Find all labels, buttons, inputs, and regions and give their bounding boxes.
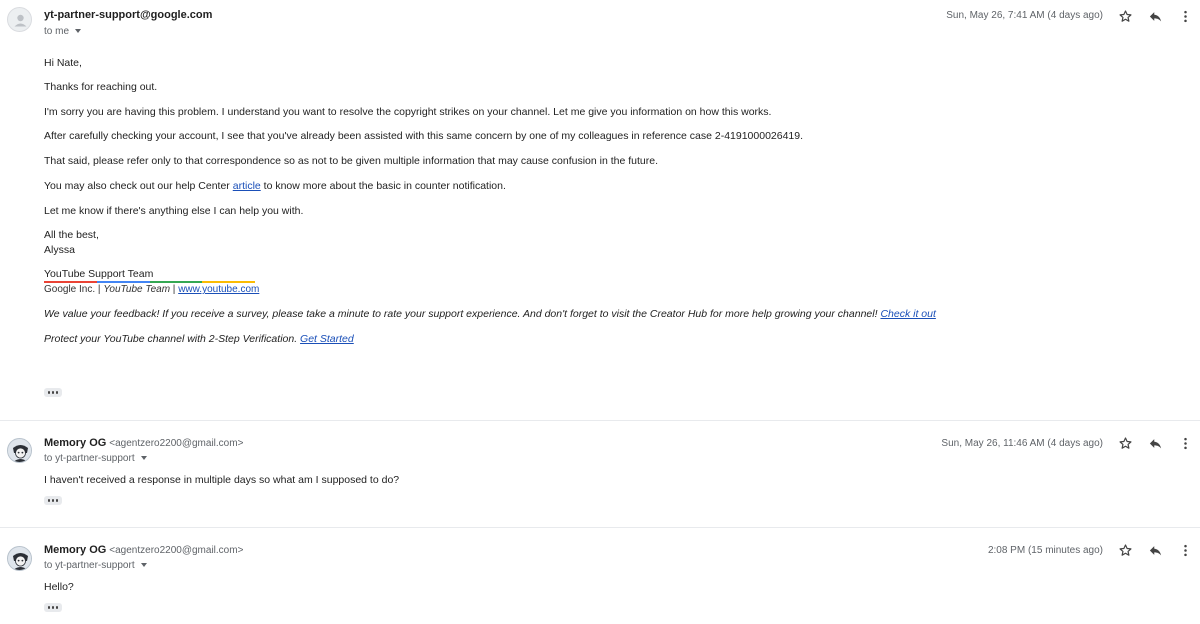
signature-separator: |	[170, 284, 179, 295]
youtube-link[interactable]: www.youtube.com	[178, 284, 259, 295]
chevron-down-icon[interactable]	[140, 563, 147, 568]
sender-line: Memory OG <agentzero2200@gmail.com>	[44, 437, 243, 449]
closing-line: All the best,	[44, 229, 99, 241]
recipient-label: to yt-partner-support	[44, 453, 135, 464]
signature-role: YouTube Team	[103, 284, 171, 295]
signature-bar-red	[44, 281, 97, 283]
article-link[interactable]: article	[233, 180, 261, 192]
paragraph-text: to know more about the basic in counter …	[260, 180, 506, 192]
signature-bar-green	[150, 281, 202, 283]
message-date[interactable]: Sun, May 26, 11:46 AM (4 days ago)	[941, 438, 1103, 449]
star-icon[interactable]	[1116, 434, 1134, 452]
reply-icon[interactable]	[1146, 7, 1164, 25]
sender-line: Memory OG <agentzero2200@gmail.com>	[44, 544, 243, 556]
generic-person-icon[interactable]	[7, 7, 32, 32]
signature-color-bar	[44, 281, 255, 283]
message-paragraph: Hello?	[44, 581, 74, 593]
message-paragraph: That said, please refer only to that cor…	[44, 155, 659, 167]
message-divider	[0, 420, 1200, 421]
sender-email: <agentzero2200@gmail.com>	[109, 438, 244, 449]
sender-email: <agentzero2200@gmail.com>	[109, 545, 244, 556]
more-vert-icon[interactable]	[1176, 7, 1194, 25]
get-started-link[interactable]: Get Started	[300, 333, 354, 345]
sender-name[interactable]: Memory OG	[44, 544, 106, 556]
show-trimmed-content-icon[interactable]	[44, 603, 62, 612]
message-date[interactable]: Sun, May 26, 7:41 AM (4 days ago)	[946, 10, 1103, 21]
chevron-down-icon[interactable]	[140, 456, 147, 461]
message-greeting: Hi Nate,	[44, 57, 82, 69]
memory-og-avatar[interactable]	[7, 438, 32, 463]
feedback-text: We value your feedback! If you receive a…	[44, 308, 881, 320]
recipient-line[interactable]: to yt-partner-support	[44, 453, 147, 464]
message-paragraph: I'm sorry you are having this problem. I…	[44, 106, 772, 118]
show-trimmed-content-icon[interactable]	[44, 388, 62, 397]
reply-icon[interactable]	[1146, 434, 1164, 452]
signature-company: Google Inc.	[44, 284, 96, 295]
show-trimmed-content-icon[interactable]	[44, 496, 62, 505]
message-paragraph: You may also check out our help Center a…	[44, 180, 506, 192]
message-paragraph: Thanks for reaching out.	[44, 81, 158, 93]
reply-icon[interactable]	[1146, 541, 1164, 559]
sender-name[interactable]: Memory OG	[44, 437, 106, 449]
recipient-line[interactable]: to me	[44, 26, 82, 37]
paragraph-text: You may also check out our help Center	[44, 180, 233, 192]
signature-meta: Google Inc. | YouTube Team | www.youtube…	[44, 284, 259, 295]
message-paragraph: After carefully checking your account, I…	[44, 130, 804, 142]
check-it-out-link[interactable]: Check it out	[880, 308, 935, 320]
memory-og-avatar[interactable]	[7, 546, 32, 571]
signature-bar-yellow	[202, 281, 255, 283]
recipient-label: to me	[44, 26, 70, 37]
message-divider	[0, 527, 1200, 528]
star-icon[interactable]	[1116, 7, 1134, 25]
message-paragraph: Let me know if there's anything else I c…	[44, 205, 304, 217]
more-vert-icon[interactable]	[1176, 434, 1194, 452]
sender-name[interactable]: yt-partner-support@google.com	[44, 9, 212, 21]
protect-text: Protect your YouTube channel with 2-Step…	[44, 333, 301, 345]
more-vert-icon[interactable]	[1176, 541, 1194, 559]
message-paragraph: I haven't received a response in multipl…	[44, 474, 400, 486]
signature-bar-blue	[97, 281, 150, 283]
protect-paragraph: Protect your YouTube channel with 2-Step…	[44, 333, 354, 345]
chevron-down-icon[interactable]	[75, 29, 82, 34]
message-date[interactable]: 2:08 PM (15 minutes ago)	[988, 545, 1103, 556]
star-icon[interactable]	[1116, 541, 1134, 559]
sender-line: yt-partner-support@google.com	[44, 9, 212, 21]
feedback-paragraph: We value your feedback! If you receive a…	[44, 308, 936, 320]
recipient-line[interactable]: to yt-partner-support	[44, 560, 147, 571]
signer-name: Alyssa	[44, 244, 75, 256]
recipient-label: to yt-partner-support	[44, 560, 135, 571]
signature-team: YouTube Support Team	[44, 268, 154, 280]
